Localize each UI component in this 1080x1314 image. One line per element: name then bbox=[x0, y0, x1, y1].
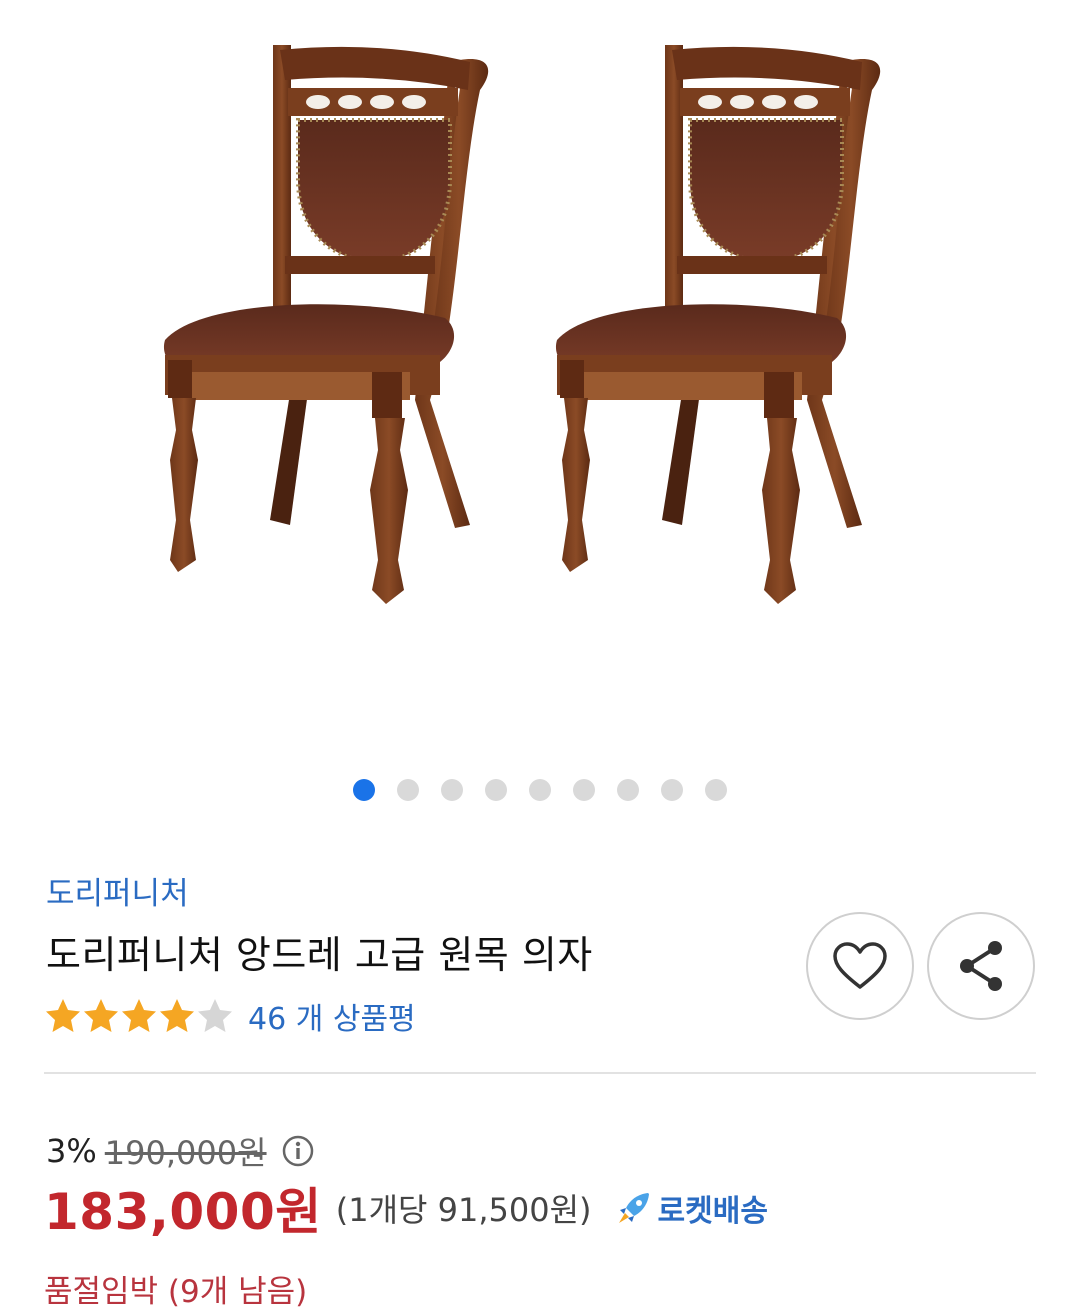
sale-price: 183,000원 bbox=[44, 1183, 322, 1241]
gallery-dot[interactable] bbox=[529, 779, 551, 801]
chair-left bbox=[161, 43, 491, 606]
gallery-dot[interactable] bbox=[617, 779, 639, 801]
stock-status: 품절임박 (9개 남음) bbox=[44, 1274, 308, 1310]
wishlist-button[interactable] bbox=[806, 912, 914, 1020]
rocket-delivery-badge: 로켓배송 bbox=[614, 1186, 768, 1230]
chair-right bbox=[553, 43, 883, 606]
star-filled-icon bbox=[84, 999, 118, 1032]
brand-link[interactable]: 도리퍼니처 bbox=[46, 868, 189, 913]
rocket-icon bbox=[618, 1193, 649, 1223]
gallery-dot[interactable] bbox=[573, 779, 595, 801]
divider bbox=[44, 1072, 1036, 1074]
star-empty-icon bbox=[198, 999, 232, 1032]
share-button[interactable] bbox=[927, 912, 1035, 1020]
gallery-dot[interactable] bbox=[705, 779, 727, 801]
discount-rate: 3% bbox=[46, 1132, 97, 1170]
rating-row[interactable]: 46 개 상품평 bbox=[44, 994, 416, 1038]
product-title: 도리퍼니처 앙드레 고급 원목 의자 bbox=[46, 933, 593, 977]
original-price: 190,000원 bbox=[104, 1134, 267, 1172]
product-image-gallery[interactable] bbox=[0, 0, 1080, 820]
product-image bbox=[161, 43, 883, 606]
gallery-pagination[interactable] bbox=[0, 779, 1080, 801]
heart-icon bbox=[833, 942, 887, 989]
sale-price-row: 183,000원 (1개당 91,500원) 로켓배송 bbox=[44, 1172, 768, 1244]
star-filled-icon bbox=[46, 999, 80, 1032]
gallery-dot[interactable] bbox=[661, 779, 683, 801]
star-filled-icon bbox=[160, 999, 194, 1032]
gallery-dot[interactable] bbox=[397, 779, 419, 801]
rocket-delivery-label: 로켓배송 bbox=[657, 1194, 768, 1229]
original-price-row: 3% 190,000원 bbox=[46, 1128, 315, 1174]
review-count-link[interactable]: 46 개 상품평 bbox=[248, 994, 416, 1038]
gallery-dot[interactable] bbox=[353, 779, 375, 801]
gallery-dot[interactable] bbox=[485, 779, 507, 801]
share-icon bbox=[960, 941, 1002, 991]
star-rating bbox=[44, 997, 234, 1035]
star-filled-icon bbox=[122, 999, 156, 1032]
unit-price: (1개당 91,500원) bbox=[335, 1191, 592, 1229]
info-icon[interactable] bbox=[281, 1134, 315, 1168]
gallery-dot[interactable] bbox=[441, 779, 463, 801]
